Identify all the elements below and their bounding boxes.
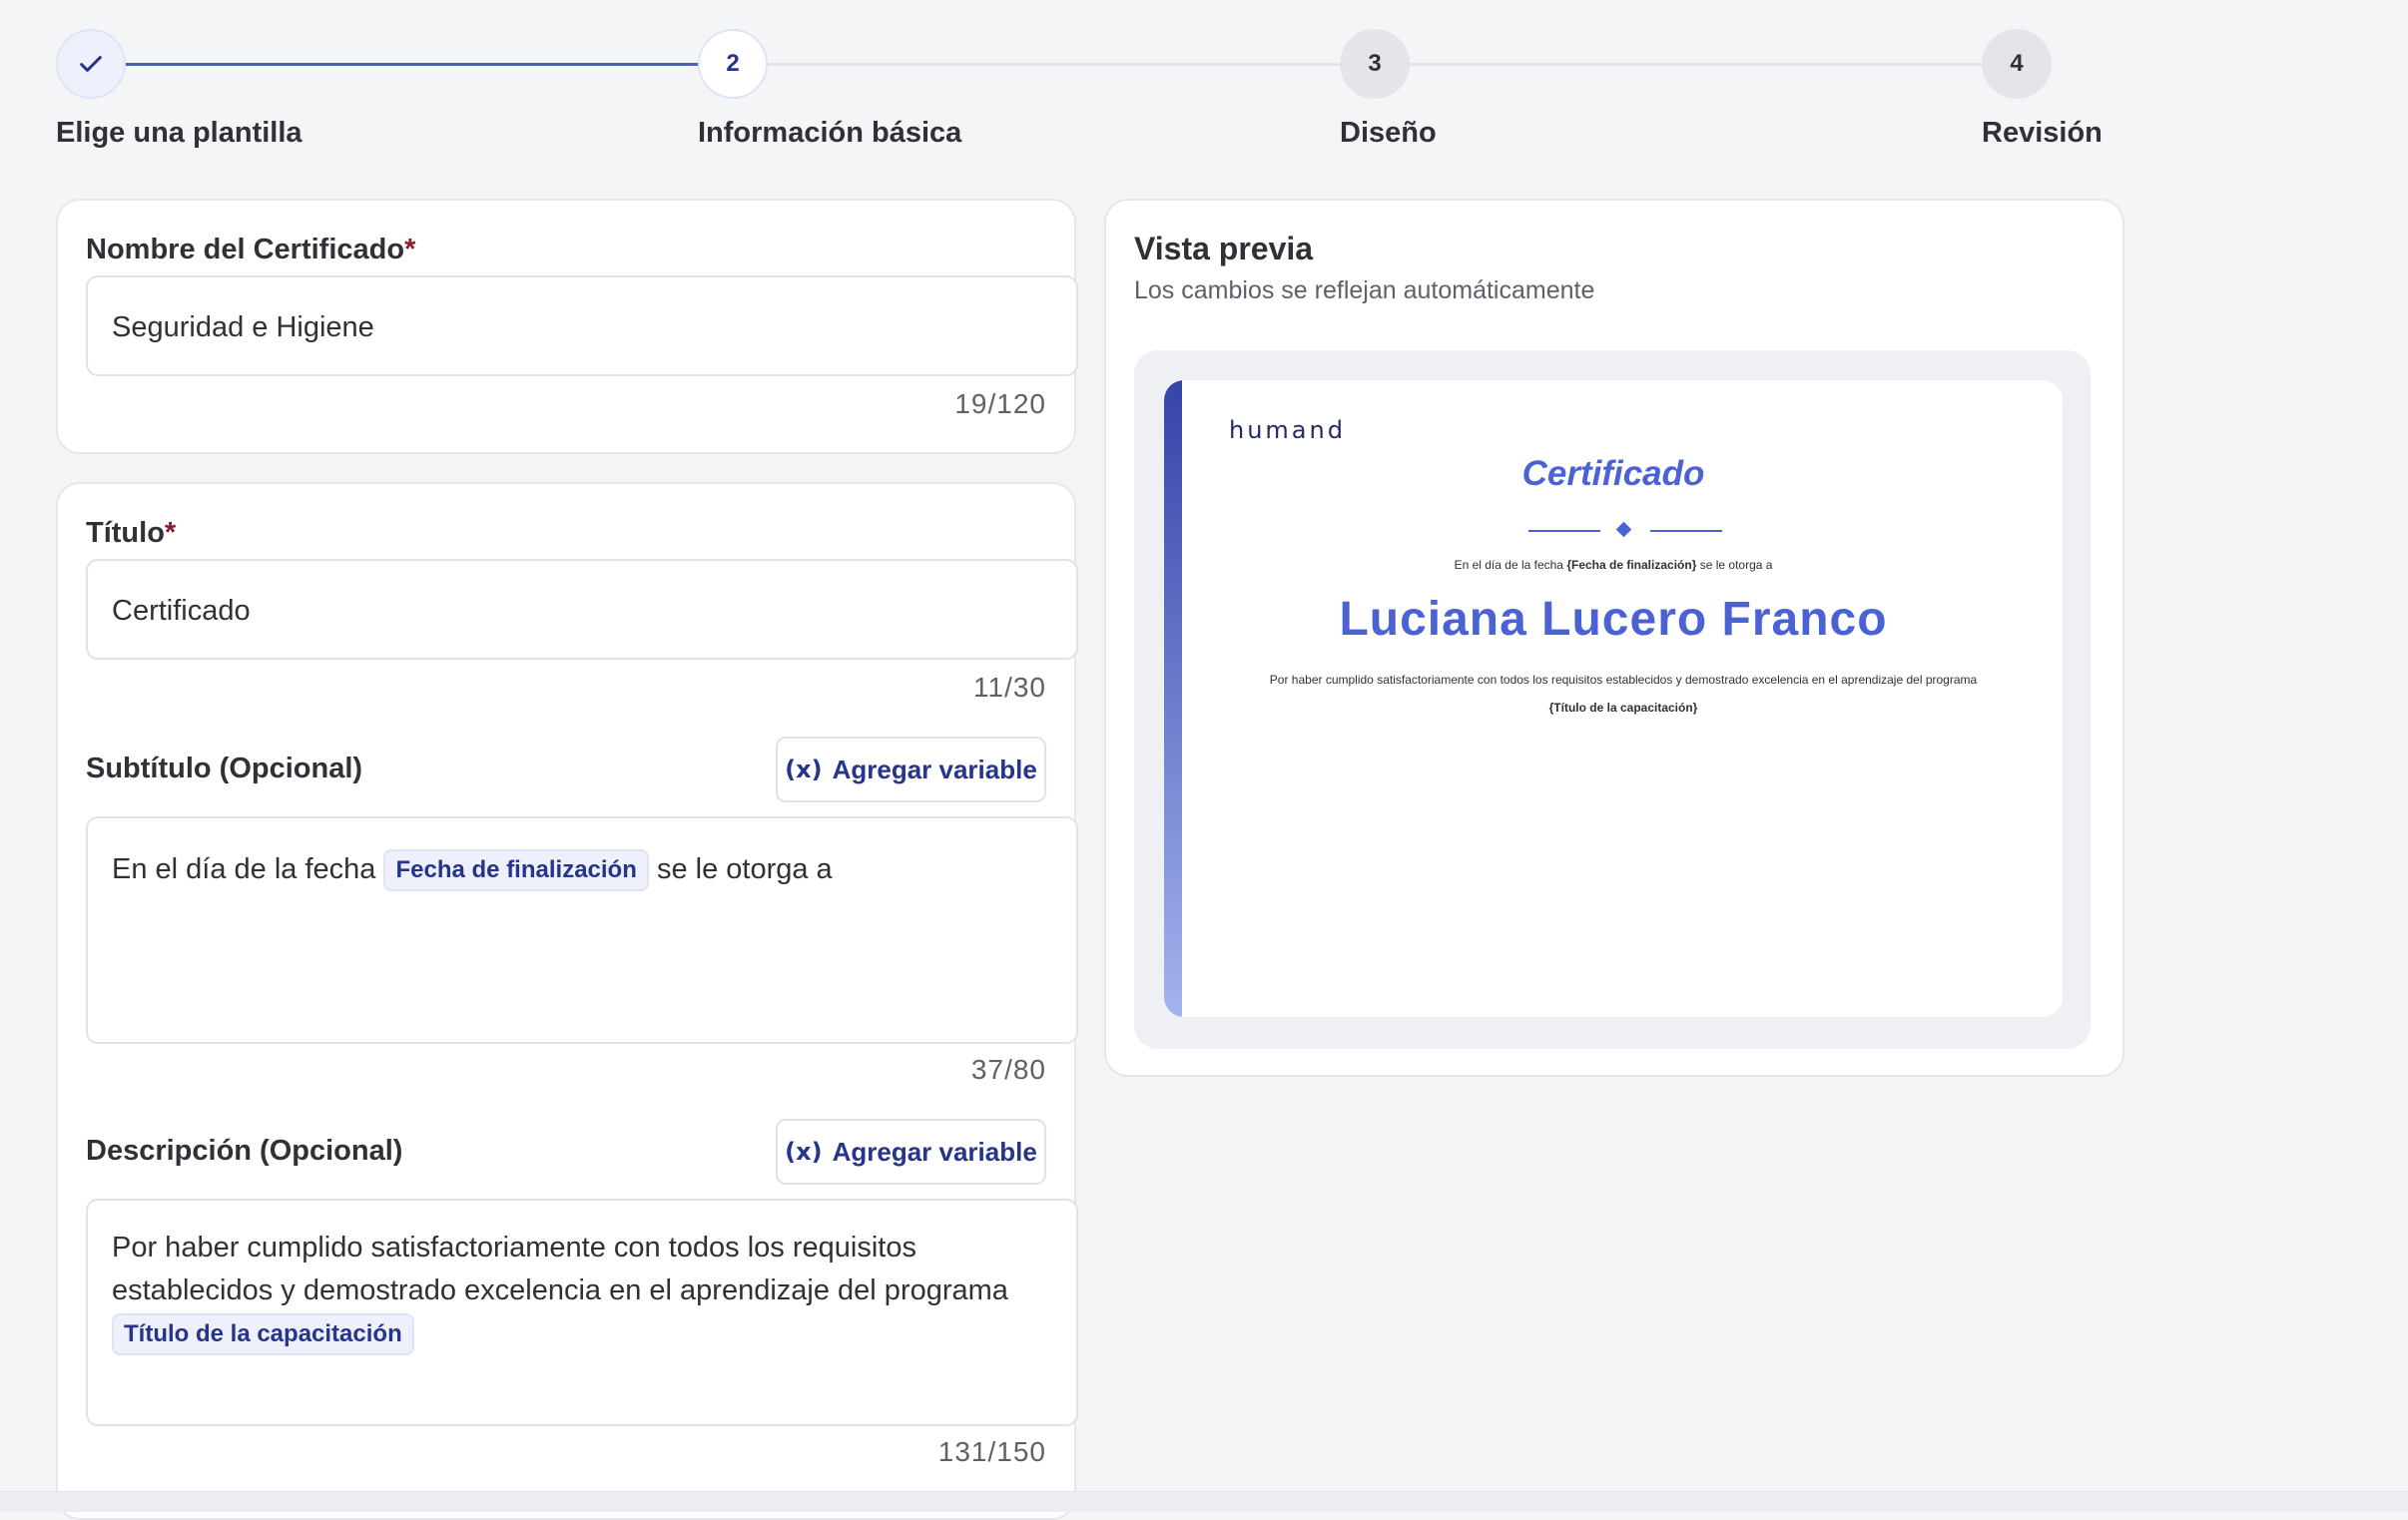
- humand-logo: humand: [1229, 416, 1346, 444]
- preview-card: Vista previa Los cambios se reflejan aut…: [1104, 199, 2124, 1077]
- required-mark: *: [164, 517, 177, 549]
- step-4-circle[interactable]: 4: [1982, 29, 2052, 99]
- subtitle-text-before: En el día de la fecha: [112, 853, 376, 885]
- certificate-name-counter: 19/120: [954, 388, 1046, 419]
- description-textarea[interactable]: Por haber cumplido satisfactoriamente co…: [86, 1199, 1078, 1426]
- certificate-title: Certificado: [1521, 454, 1705, 493]
- description-counter: 131/150: [937, 1436, 1046, 1467]
- title-label: Título*: [86, 517, 177, 549]
- add-variable-label: Agregar variable: [832, 754, 1037, 784]
- step-3-label: Diseño: [1340, 117, 1437, 149]
- certificate-description: Por haber cumplido satisfactoriamente co…: [1269, 673, 1978, 715]
- diamond-icon: [1615, 521, 1632, 538]
- add-variable-label: Agregar variable: [832, 1136, 1037, 1167]
- check-icon: [80, 56, 102, 72]
- variable-chip-titulo[interactable]: Título de la capacitación: [112, 1313, 414, 1356]
- step-1-circle[interactable]: [56, 29, 126, 99]
- certificate-divider: [1528, 521, 1722, 538]
- certificate-name-input[interactable]: Seguridad e Higiene: [86, 275, 1078, 376]
- subtitle-add-variable-button[interactable]: (x) Agregar variable: [776, 737, 1046, 802]
- subtitle-text-after: se le otorga a: [656, 853, 833, 885]
- preview-frame: humand Certificado En el día de la fecha…: [1134, 350, 2091, 1049]
- preview-subtitle: Los cambios se reflejan automáticamente: [1134, 276, 1595, 304]
- step-1-label: Elige una plantilla: [56, 117, 302, 149]
- certificate-preview: humand Certificado En el día de la fecha…: [1164, 380, 2063, 1017]
- certificate-recipient-name: Luciana Lucero Franco: [1339, 593, 1888, 646]
- step-2-circle[interactable]: 2: [698, 29, 768, 99]
- certificate-subtitle: En el día de la fecha {Fecha de finaliza…: [1454, 558, 1773, 572]
- variable-icon: (x): [785, 756, 823, 783]
- description-label: Descripción (Opcional): [86, 1135, 403, 1167]
- content-card: Título* Certificado 11/30 Subtítulo (Opc…: [56, 482, 1078, 1520]
- subtitle-textarea[interactable]: En el día de la fecha Fecha de finalizac…: [86, 816, 1078, 1044]
- step-connector-2: [768, 63, 1340, 66]
- bottom-bar: [0, 1491, 2408, 1512]
- description-text: Por haber cumplido satisfactoriamente co…: [112, 1232, 1008, 1306]
- step-connector-3: [1410, 63, 1982, 66]
- step-3-circle[interactable]: 3: [1340, 29, 1410, 99]
- title-input[interactable]: Certificado: [86, 559, 1078, 660]
- step-4-label: Revisión: [1982, 117, 2103, 149]
- certificate-name-value: Seguridad e Higiene: [112, 311, 374, 343]
- subtitle-counter: 37/80: [970, 1054, 1046, 1085]
- description-add-variable-button[interactable]: (x) Agregar variable: [776, 1119, 1046, 1185]
- preview-title: Vista previa: [1134, 231, 1314, 266]
- certificate-name-label: Nombre del Certificado*: [86, 234, 416, 265]
- variable-chip-fecha[interactable]: Fecha de finalización: [383, 849, 649, 892]
- step-2-label: Información básica: [698, 117, 962, 149]
- step-connector-1: [126, 63, 698, 66]
- required-mark: *: [404, 234, 416, 265]
- title-counter: 11/30: [973, 672, 1046, 703]
- title-value: Certificado: [112, 595, 251, 627]
- certificate-name-card: Nombre del Certificado* Seguridad e Higi…: [56, 199, 1078, 454]
- variable-icon: (x): [785, 1138, 823, 1166]
- stepper: 2 3 4 Elige una plantilla Información bá…: [0, 0, 2408, 170]
- subtitle-label: Subtítulo (Opcional): [86, 753, 363, 784]
